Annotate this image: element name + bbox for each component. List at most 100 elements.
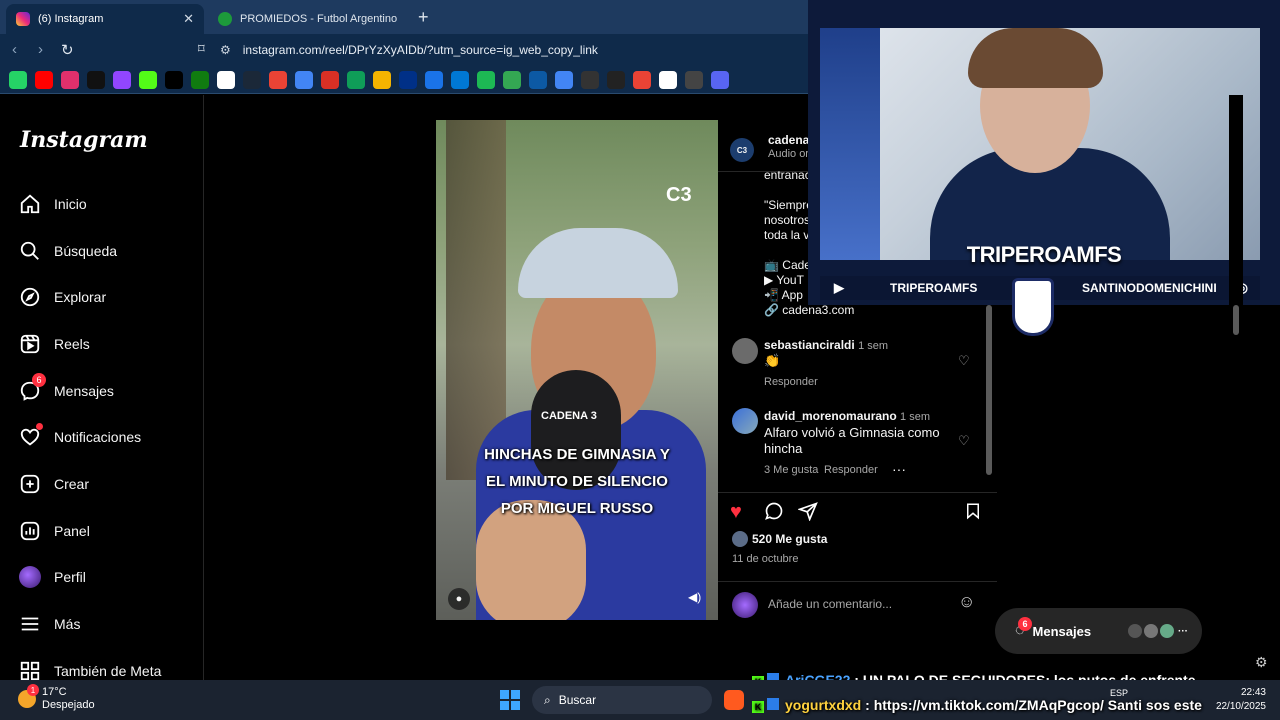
download-icon[interactable] bbox=[503, 70, 521, 89]
brave-icon[interactable] bbox=[724, 690, 744, 710]
commenter-avatar[interactable] bbox=[732, 408, 758, 434]
nav-explorar[interactable]: Explorar bbox=[18, 281, 198, 313]
reel-video[interactable]: CADENA 3 C3 HINCHAS DE GIMNASIA Y EL MIN… bbox=[436, 120, 718, 620]
nav-mensajes[interactable]: 6 Mensajes bbox=[18, 373, 198, 407]
commenter-avatar[interactable] bbox=[732, 338, 758, 364]
new-tab-icon[interactable]: + bbox=[418, 7, 429, 28]
reply-button[interactable]: Responder bbox=[764, 376, 818, 388]
caption-line-3: POR MIGUEL RUSSO bbox=[500, 500, 654, 517]
site-info-icon[interactable]: ⚙ bbox=[220, 43, 231, 57]
pencil-icon[interactable] bbox=[373, 70, 391, 89]
paypal-icon[interactable] bbox=[399, 70, 417, 89]
volume-icon[interactable]: ◀) bbox=[688, 590, 701, 604]
close-tab-icon[interactable]: ✕ bbox=[183, 11, 194, 27]
bookmark-star-icon[interactable]: ⌑ bbox=[198, 41, 205, 57]
video-person-cap bbox=[518, 228, 678, 298]
nav-notificaciones[interactable]: Notificaciones bbox=[18, 421, 198, 453]
forward-icon[interactable]: › bbox=[38, 41, 43, 58]
search-icon: ⌕ bbox=[544, 692, 551, 707]
share-icon[interactable] bbox=[797, 501, 818, 527]
more-options-icon[interactable]: ··· bbox=[892, 461, 906, 477]
plus-icon bbox=[18, 472, 42, 496]
emoji-icon[interactable]: ☺ bbox=[958, 592, 975, 612]
bookmark-icon[interactable] bbox=[269, 70, 287, 89]
heart-icon bbox=[18, 423, 43, 449]
xbox-icon[interactable] bbox=[191, 70, 209, 89]
microsoft-icon[interactable] bbox=[451, 70, 469, 89]
author-avatar[interactable]: C3 bbox=[730, 138, 754, 162]
comment-likes[interactable]: 3 Me gusta bbox=[764, 464, 818, 476]
nav-inicio[interactable]: Inicio bbox=[18, 188, 198, 220]
kick-icon[interactable] bbox=[139, 70, 157, 89]
nav-mas[interactable]: Más bbox=[18, 608, 198, 640]
page-scrollbar[interactable] bbox=[1229, 95, 1243, 680]
address-bar[interactable]: ⚙ instagram.com/reel/DPrYzXyAIDb/?utm_so… bbox=[220, 37, 810, 63]
hub-icon[interactable] bbox=[607, 70, 625, 89]
likes-count[interactable]: 520 Me gusta bbox=[752, 532, 827, 546]
news-icon[interactable] bbox=[685, 70, 703, 89]
google-icon[interactable] bbox=[659, 70, 677, 89]
chat-message: Kyogurtxdxd : https://vm.tiktok.com/ZMAq… bbox=[752, 697, 1202, 713]
game-icon[interactable] bbox=[581, 70, 599, 89]
clock-date: 22/10/2025 bbox=[1215, 701, 1266, 712]
club-crest bbox=[1012, 278, 1054, 336]
twitch-icon[interactable] bbox=[113, 70, 131, 89]
start-button[interactable] bbox=[500, 690, 520, 710]
youtube-icon[interactable] bbox=[35, 70, 53, 89]
gmail-icon[interactable] bbox=[321, 70, 339, 89]
user-tag-icon[interactable]: ● bbox=[448, 588, 470, 610]
liked-heart-icon[interactable]: ♥ bbox=[730, 501, 742, 524]
taskbar-search[interactable]: ⌕ Buscar bbox=[532, 686, 712, 714]
instagram-logo[interactable]: Instagram bbox=[20, 127, 148, 153]
nav-crear[interactable]: Crear bbox=[18, 468, 198, 500]
reload-icon[interactable]: ↻ bbox=[61, 41, 74, 59]
tab-instagram[interactable]: (6) Instagram ✕ bbox=[6, 4, 204, 34]
avatar bbox=[1128, 624, 1142, 638]
back-icon[interactable]: ‹ bbox=[12, 41, 17, 58]
audio-label[interactable]: Audio or bbox=[768, 148, 809, 160]
comment-user[interactable]: sebastianciraldi bbox=[764, 338, 855, 352]
comment-icon[interactable] bbox=[764, 501, 784, 527]
comments-scrollbar[interactable] bbox=[986, 305, 992, 475]
steam-icon[interactable] bbox=[243, 70, 261, 89]
sheets-icon[interactable] bbox=[347, 70, 365, 89]
save-icon[interactable] bbox=[964, 501, 982, 527]
likes-row: 520 Me gusta bbox=[732, 531, 827, 547]
docs-icon[interactable] bbox=[295, 70, 313, 89]
clock[interactable]: 22:43 22/10/2025 bbox=[1208, 686, 1266, 714]
spotify-icon[interactable] bbox=[477, 70, 495, 89]
tiktok-icon[interactable] bbox=[87, 70, 105, 89]
like-comment-icon[interactable]: ♡ bbox=[958, 353, 970, 369]
reply-button[interactable]: Responder bbox=[824, 464, 878, 476]
instagram-icon[interactable] bbox=[61, 70, 79, 89]
google-icon[interactable] bbox=[217, 70, 235, 89]
nav-panel[interactable]: Panel bbox=[18, 515, 198, 547]
edge-icon[interactable] bbox=[529, 70, 547, 89]
tab-promiedos[interactable]: PROMIEDOS - Futbol Argentino - Fix bbox=[208, 4, 408, 34]
comment-user[interactable]: david_morenomaurano bbox=[764, 409, 897, 423]
nav-perfil[interactable]: Perfil bbox=[18, 561, 198, 593]
photos-icon[interactable] bbox=[633, 70, 651, 89]
x-icon[interactable] bbox=[165, 70, 183, 89]
comment-input[interactable]: Añade un comentario... bbox=[768, 597, 892, 611]
messages-pill[interactable]: ◌ 6 Mensajes ··· bbox=[995, 608, 1202, 654]
nav-label: Mensajes bbox=[54, 383, 114, 399]
webcam-banner bbox=[820, 28, 880, 260]
whatsapp-icon[interactable] bbox=[9, 70, 27, 89]
settings-gear-icon[interactable]: ⚙ bbox=[1255, 654, 1268, 671]
caption-line-2: EL MINUTO DE SILENCIO bbox=[486, 473, 668, 490]
tab-title: PROMIEDOS - Futbol Argentino - Fix bbox=[240, 13, 398, 25]
youtube-icon: ▶ bbox=[834, 280, 844, 295]
description-line: 🔗 cadena3.com bbox=[764, 303, 855, 317]
chrome-icon[interactable] bbox=[555, 70, 573, 89]
menu-icon bbox=[18, 612, 42, 636]
like-comment-icon[interactable]: ♡ bbox=[958, 433, 970, 449]
calendar-icon[interactable] bbox=[425, 70, 443, 89]
scrollbar-thumb[interactable] bbox=[1233, 305, 1239, 335]
discord-icon[interactable] bbox=[711, 70, 729, 89]
weather-widget[interactable]: 1 17°C Despejado bbox=[18, 684, 95, 712]
messenger-icon: 6 bbox=[18, 373, 46, 403]
badge-icon bbox=[767, 698, 779, 710]
nav-reels[interactable]: Reels bbox=[18, 328, 198, 360]
nav-busqueda[interactable]: Búsqueda bbox=[18, 235, 198, 267]
